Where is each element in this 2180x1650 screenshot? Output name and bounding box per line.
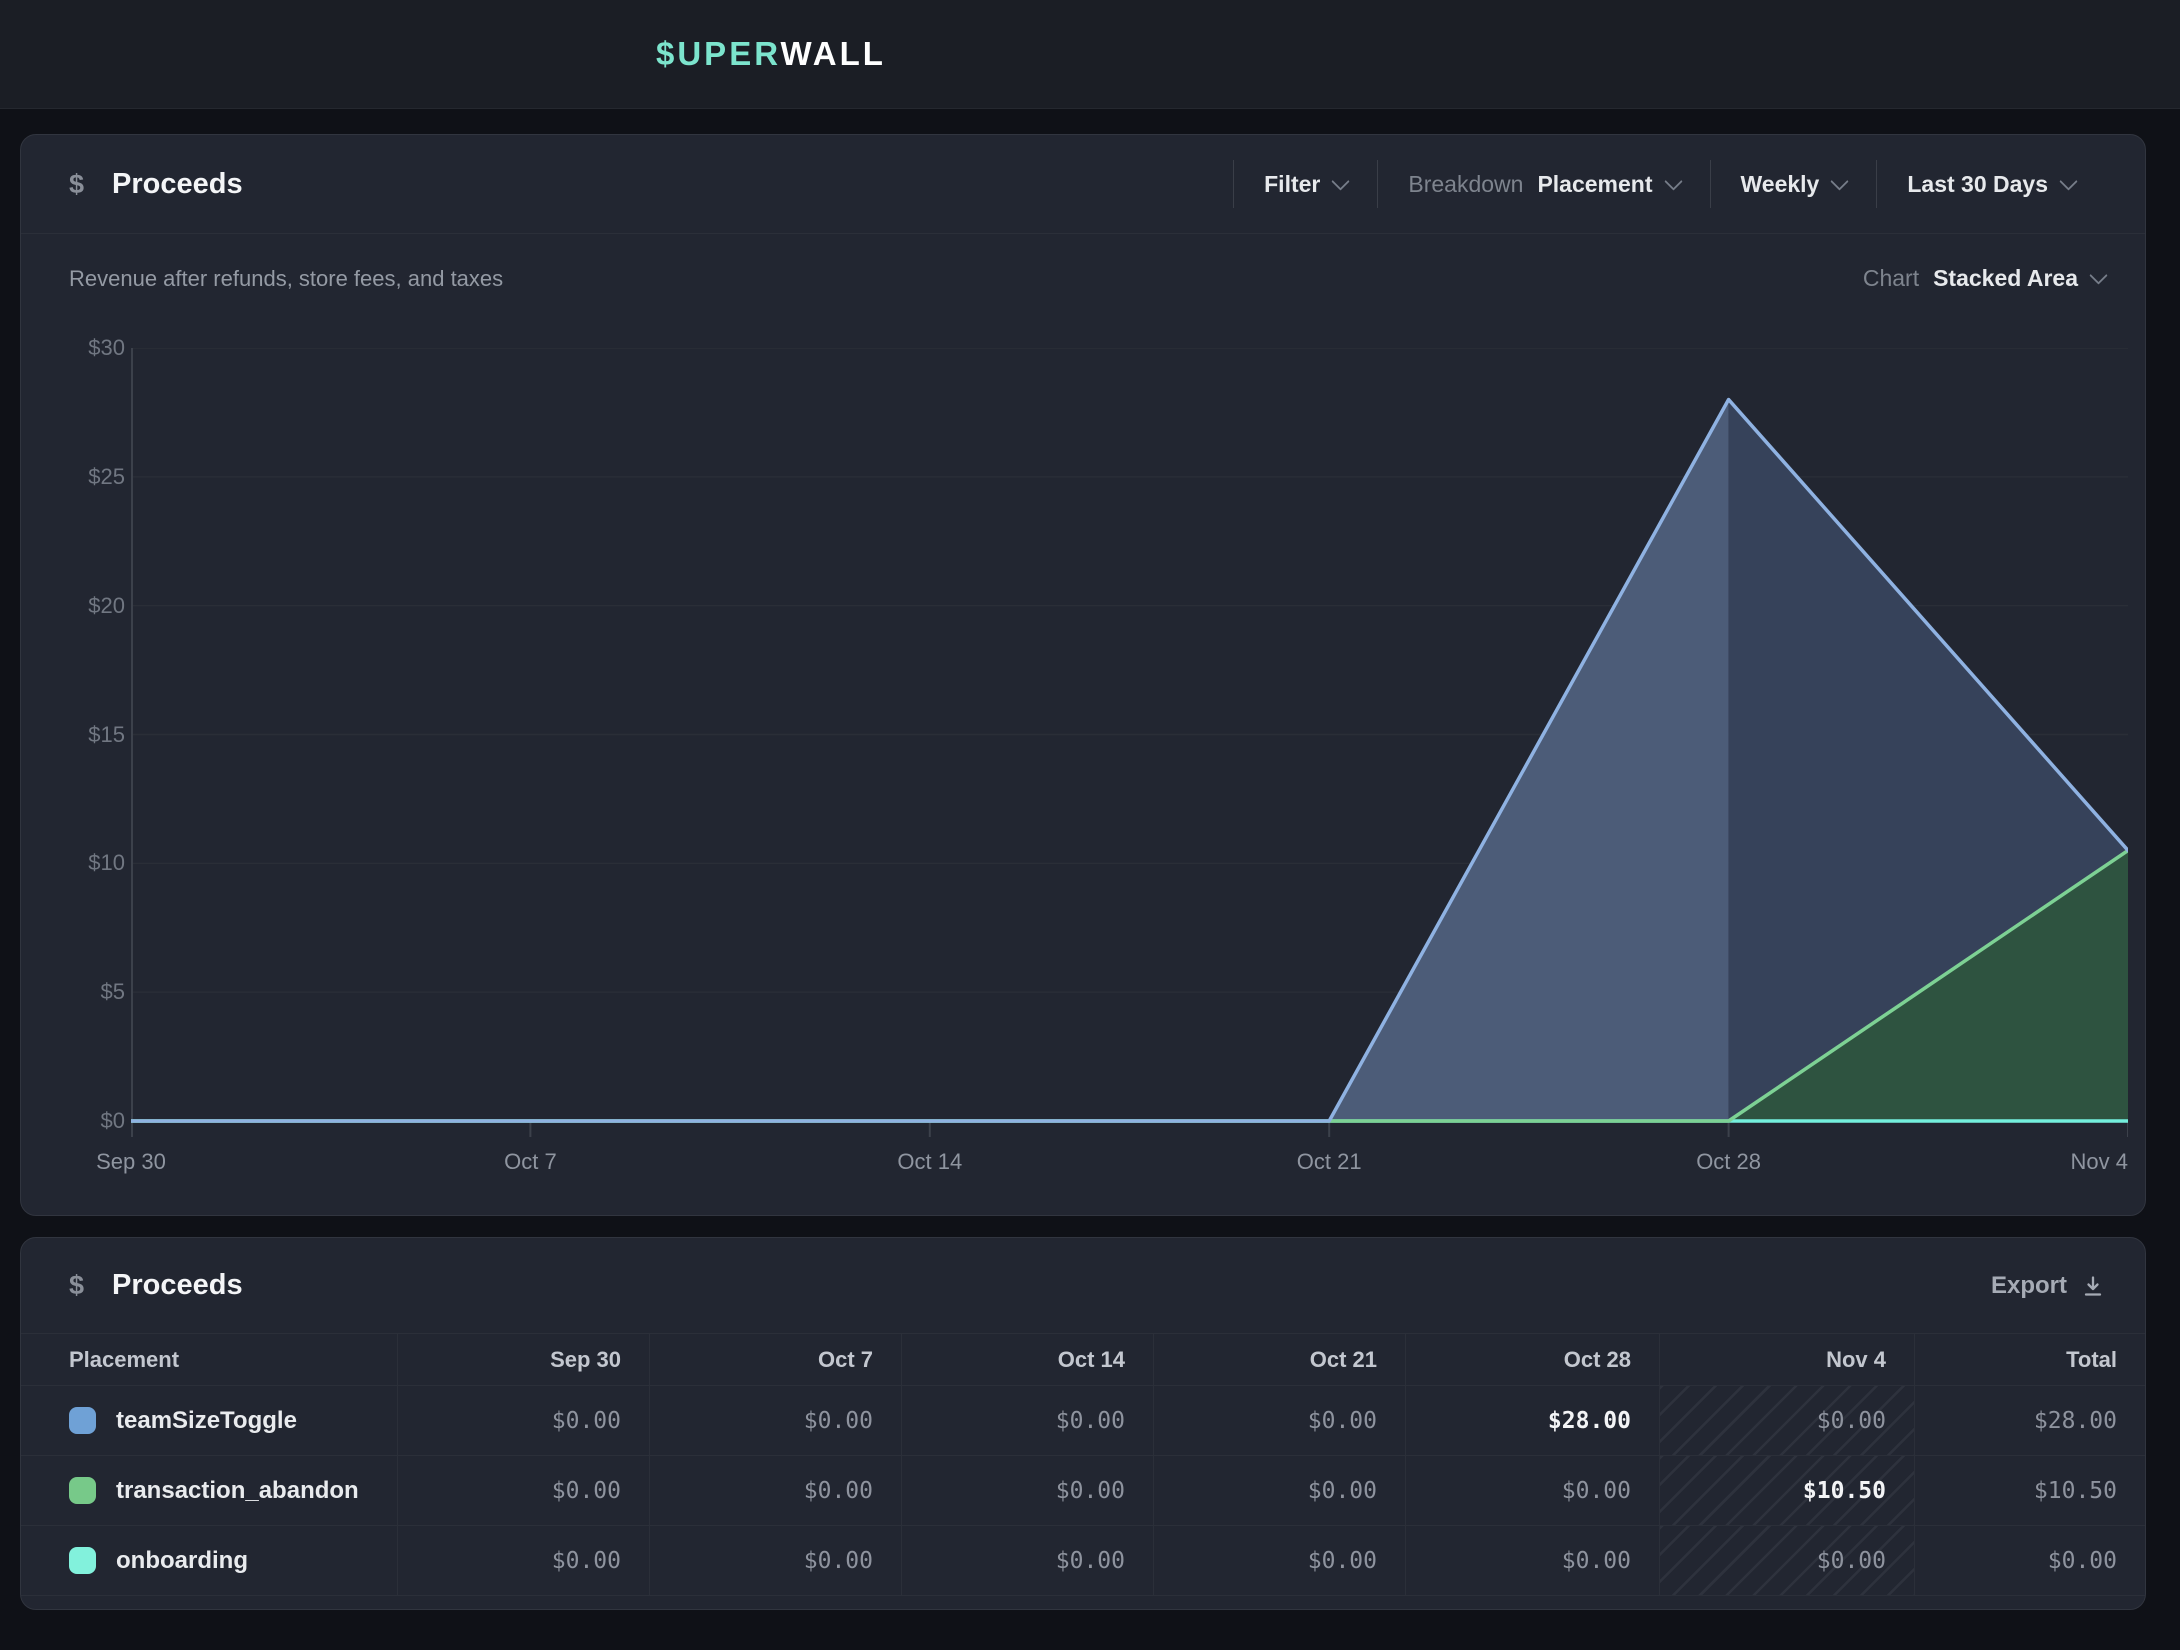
table-card-header: $ Proceeds Export [21, 1238, 2145, 1333]
series-color-swatch [69, 1407, 96, 1434]
value-cell: $0.00 [397, 1386, 649, 1455]
table-card-title: Proceeds [112, 1269, 243, 1302]
value-cell: $0.00 [1914, 1526, 2145, 1595]
chart-type-dropdown[interactable]: Chart Stacked Area [1863, 265, 2105, 292]
table-header-row: PlacementSep 30Oct 7Oct 14Oct 21Oct 28No… [21, 1333, 2145, 1386]
value-cell: $28.00 [1405, 1386, 1659, 1455]
dollar-icon: $ [69, 169, 84, 200]
export-label: Export [1991, 1272, 2067, 1300]
column-header: Oct 28 [1405, 1334, 1659, 1385]
column-header: Oct 14 [901, 1334, 1153, 1385]
chevron-down-icon [2089, 266, 2107, 284]
y-axis-tick-label: $30 [49, 334, 125, 362]
filter-label: Filter [1264, 171, 1320, 198]
value-cell: $10.50 [1659, 1456, 1914, 1525]
period-value: Weekly [1741, 171, 1820, 198]
chevron-down-icon [1664, 172, 1682, 190]
superwall-logo[interactable]: $UPERWALL [656, 35, 886, 73]
breakdown-dropdown[interactable]: Breakdown Placement [1377, 160, 1709, 208]
dollar-icon: $ [69, 1270, 84, 1301]
x-axis-tick-label: Oct 21 [1297, 1149, 1362, 1175]
column-header: Oct 7 [649, 1334, 901, 1385]
x-axis-tick-label: Nov 4 [2071, 1149, 2128, 1175]
proceeds-table-card: $ Proceeds Export PlacementSep 30Oct 7Oc… [20, 1237, 2146, 1610]
series-color-swatch [69, 1477, 96, 1504]
value-cell: $0.00 [397, 1456, 649, 1525]
placement-name: teamSizeToggle [116, 1407, 297, 1435]
chart-controls: Filter Breakdown Placement Weekly Last 3… [1233, 160, 2105, 208]
value-cell: $0.00 [1405, 1456, 1659, 1525]
column-header: Nov 4 [1659, 1334, 1914, 1385]
value-cell: $0.00 [649, 1456, 901, 1525]
value-cell: $0.00 [1659, 1386, 1914, 1455]
export-button[interactable]: Export [1991, 1272, 2105, 1300]
placement-cell: onboarding [21, 1526, 397, 1595]
chart-card-title: Proceeds [112, 168, 243, 201]
download-icon [2081, 1274, 2105, 1298]
value-cell: $0.00 [649, 1386, 901, 1455]
value-cell: $0.00 [1659, 1526, 1914, 1595]
column-header: Sep 30 [397, 1334, 649, 1385]
y-axis-tick-label: $5 [49, 978, 125, 1006]
y-axis-tick-label: $25 [49, 463, 125, 491]
breakdown-label: Breakdown [1408, 171, 1523, 198]
date-range-dropdown[interactable]: Last 30 Days [1876, 160, 2105, 208]
chart-card-header: $ Proceeds Filter Breakdown Placement We… [21, 135, 2145, 234]
chart-subtitle: Revenue after refunds, store fees, and t… [69, 266, 503, 292]
y-axis-tick-label: $20 [49, 592, 125, 620]
proceeds-table: PlacementSep 30Oct 7Oct 14Oct 21Oct 28No… [21, 1333, 2145, 1596]
chart-type-label: Chart [1863, 265, 1919, 292]
value-cell: $0.00 [901, 1456, 1153, 1525]
chevron-down-icon [1332, 172, 1350, 190]
table-row: onboarding $0.00$0.00$0.00$0.00$0.00$0.0… [21, 1526, 2145, 1596]
table-row: transaction_abandon $0.00$0.00$0.00$0.00… [21, 1456, 2145, 1526]
value-cell: $0.00 [649, 1526, 901, 1595]
column-header: Oct 21 [1153, 1334, 1405, 1385]
value-cell: $0.00 [1405, 1526, 1659, 1595]
value-cell: $28.00 [1914, 1386, 2145, 1455]
value-cell: $0.00 [1153, 1456, 1405, 1525]
x-axis-tick-label: Oct 7 [504, 1149, 557, 1175]
value-cell: $10.50 [1914, 1456, 2145, 1525]
proceeds-chart-card: $ Proceeds Filter Breakdown Placement We… [20, 134, 2146, 1216]
x-axis-tick-label: Oct 28 [1696, 1149, 1761, 1175]
value-cell: $0.00 [1153, 1386, 1405, 1455]
placement-name: onboarding [116, 1547, 248, 1575]
chart-subrow: Revenue after refunds, store fees, and t… [69, 265, 2105, 292]
value-cell: $0.00 [901, 1526, 1153, 1595]
y-axis-tick-label: $0 [49, 1107, 125, 1135]
date-range-value: Last 30 Days [1907, 171, 2048, 198]
placement-cell: teamSizeToggle [21, 1386, 397, 1455]
table-row: teamSizeToggle $0.00$0.00$0.00$0.00$28.0… [21, 1386, 2145, 1456]
value-cell: $0.00 [901, 1386, 1153, 1455]
logo-suffix: WALL [780, 35, 885, 72]
chevron-down-icon [1831, 172, 1849, 190]
logo-prefix: $UPER [656, 35, 780, 72]
filter-dropdown[interactable]: Filter [1233, 160, 1377, 208]
proceeds-table-body: teamSizeToggle $0.00$0.00$0.00$0.00$28.0… [21, 1386, 2145, 1596]
period-dropdown[interactable]: Weekly [1710, 160, 1877, 208]
placement-name: transaction_abandon [116, 1477, 359, 1505]
app-header: $UPERWALL [0, 0, 2180, 109]
chart-type-value: Stacked Area [1933, 265, 2078, 292]
value-cell: $0.00 [1153, 1526, 1405, 1595]
y-axis-tick-label: $10 [49, 849, 125, 877]
x-axis-tick-label: Oct 14 [897, 1149, 962, 1175]
stacked-area-plot [131, 348, 2128, 1138]
x-axis-tick-label: Sep 30 [96, 1149, 166, 1175]
column-header-placement: Placement [21, 1334, 397, 1385]
value-cell: $0.00 [397, 1526, 649, 1595]
series-color-swatch [69, 1547, 96, 1574]
chevron-down-icon [2059, 172, 2077, 190]
placement-cell: transaction_abandon [21, 1456, 397, 1525]
column-header: Total [1914, 1334, 2145, 1385]
y-axis-tick-label: $15 [49, 721, 125, 749]
breakdown-value: Placement [1537, 171, 1652, 198]
